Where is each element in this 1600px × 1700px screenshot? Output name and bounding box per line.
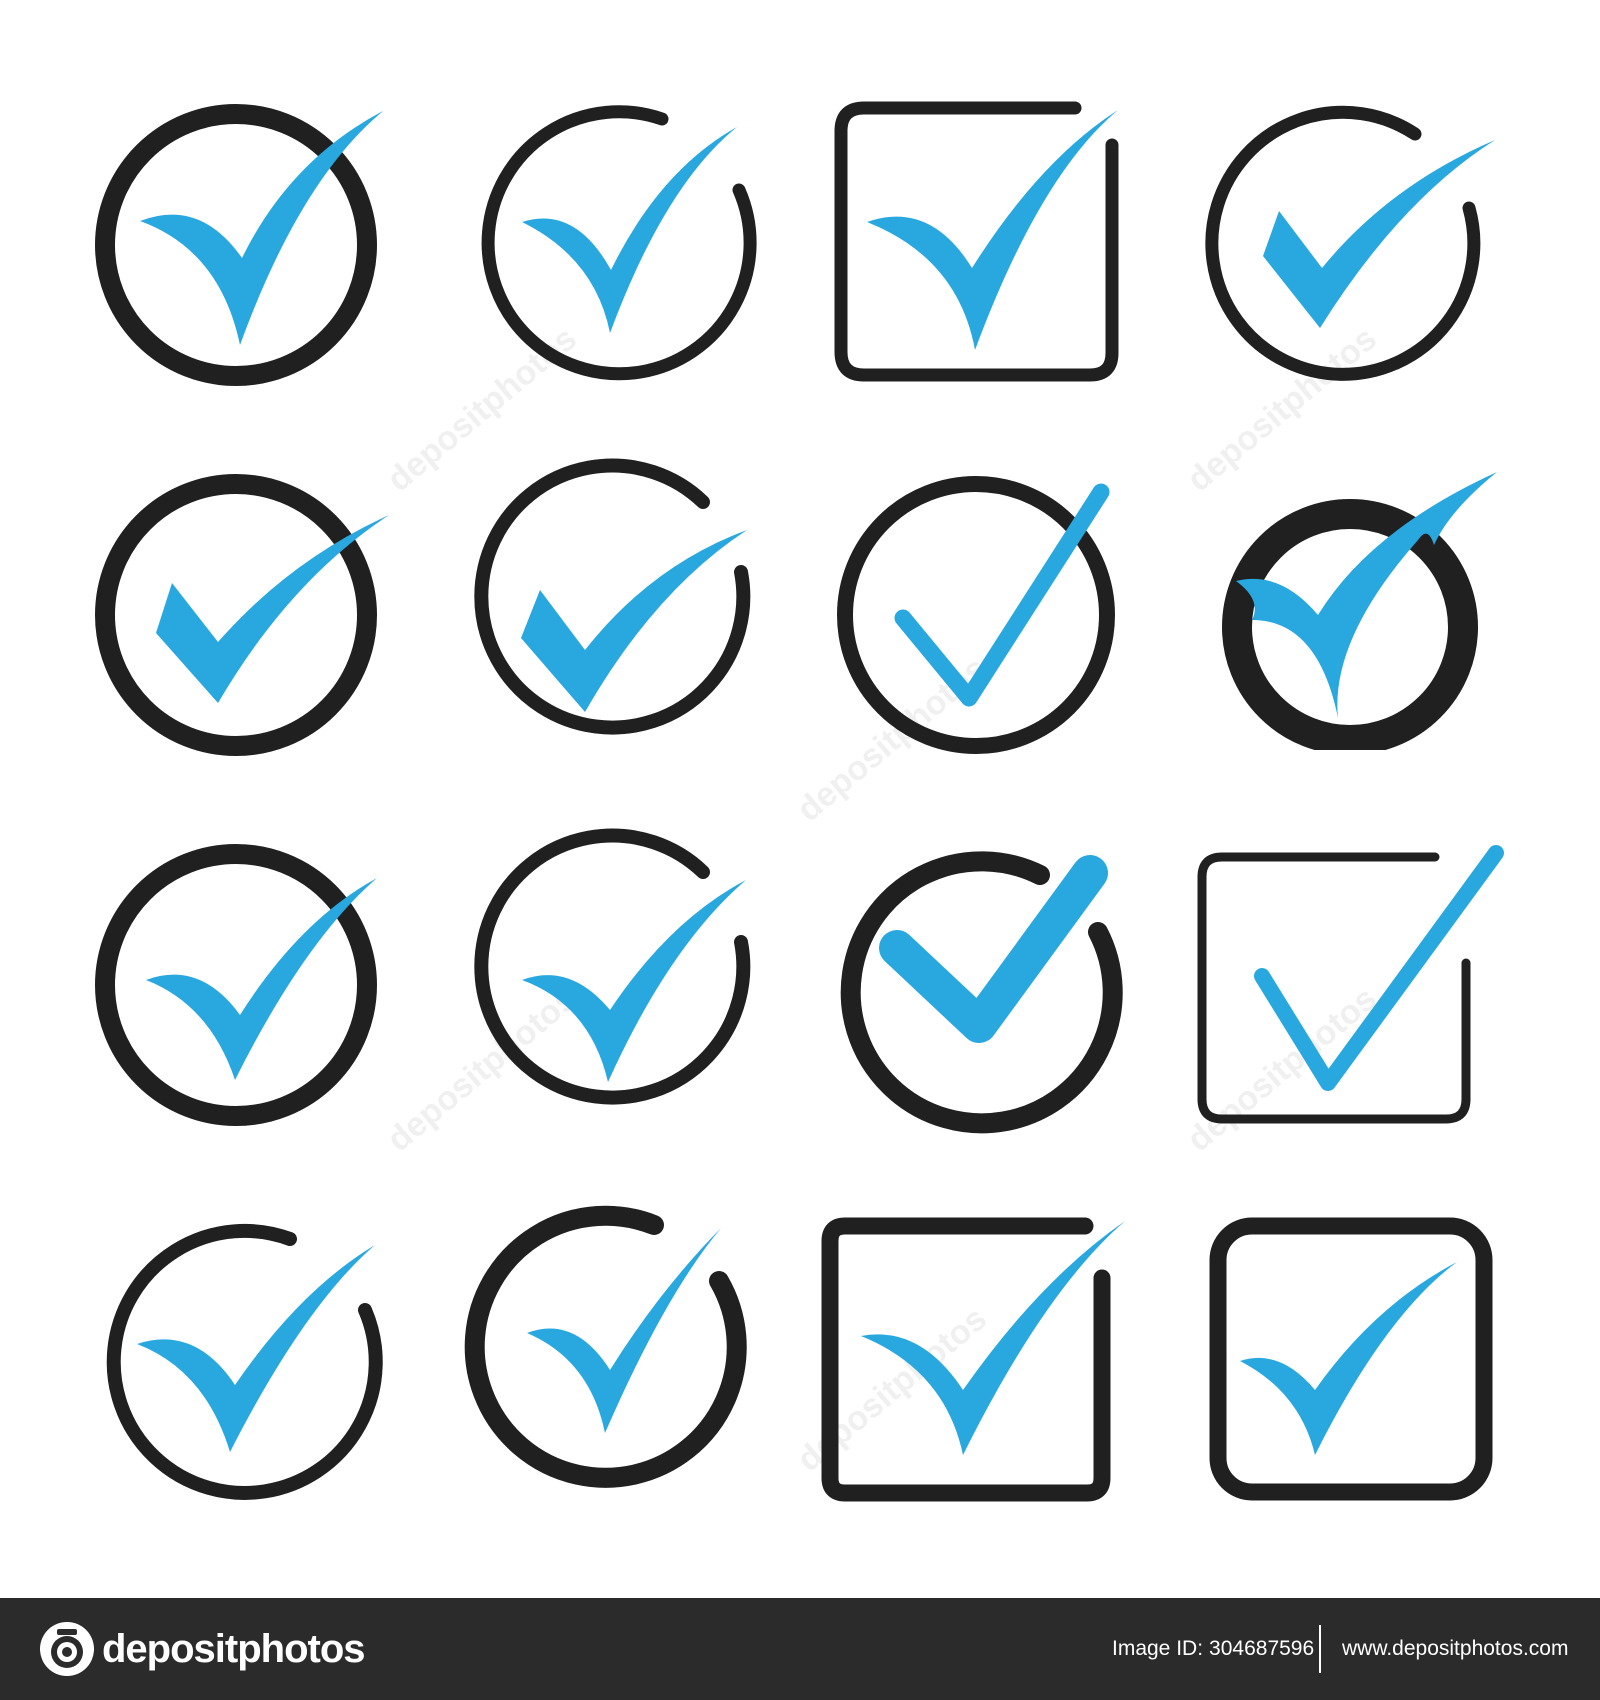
- icon-sheet: depositphotos depositphotos depositphoto…: [0, 0, 1600, 1598]
- check-mark-icon: [527, 1228, 721, 1433]
- site-url-link[interactable]: www.depositphotos.com: [1342, 1635, 1568, 1663]
- check-mark-icon: [1240, 1262, 1457, 1455]
- check-mark-icon: [861, 1221, 1125, 1455]
- check-circle-icon: [474, 458, 751, 735]
- brand-name: depositphotos: [102, 1626, 366, 1671]
- image-id-value: 304687596: [1209, 1637, 1315, 1660]
- check-mark-icon: [867, 110, 1118, 350]
- check-circle-icon: [95, 474, 377, 756]
- check-mark-icon: [879, 855, 1108, 1043]
- check-circle-icon: [837, 476, 1115, 754]
- check-circle-icon: [106, 1223, 383, 1500]
- check-mark-icon: [522, 127, 737, 333]
- footer-bar: depositphotos Image ID: 304687596 www.de…: [0, 1598, 1600, 1700]
- image-id: Image ID: 304687596: [1112, 1635, 1314, 1663]
- check-square-icon: [821, 1217, 1111, 1502]
- brand-logo[interactable]: depositphotos: [38, 1620, 366, 1678]
- camera-logo-icon: [40, 1622, 94, 1676]
- footer-divider: [1319, 1625, 1321, 1673]
- image-id-label: Image ID:: [1112, 1637, 1204, 1660]
- icon-grid: [95, 101, 1504, 1502]
- check-mark-icon: [137, 1245, 375, 1452]
- check-mark-icon: [894, 483, 1110, 707]
- check-mark-icon: [1254, 845, 1504, 1091]
- check-circle-icon: [1205, 105, 1481, 381]
